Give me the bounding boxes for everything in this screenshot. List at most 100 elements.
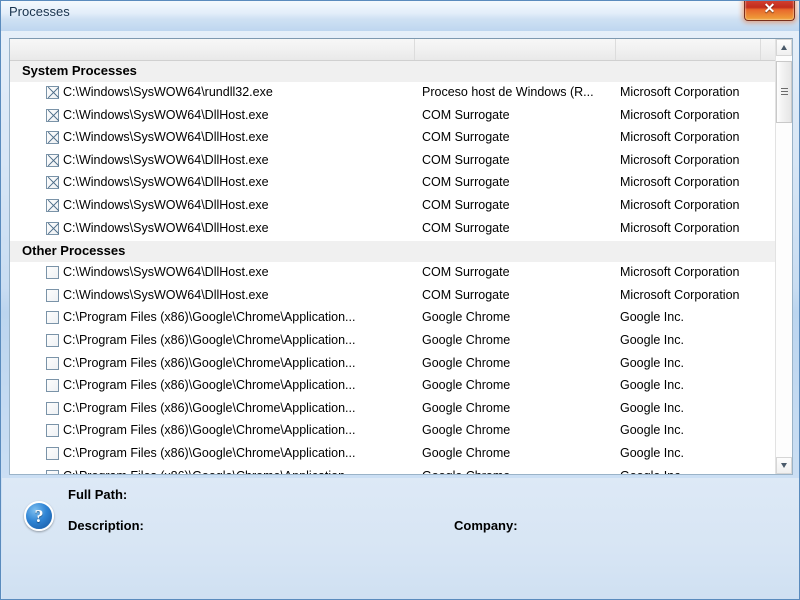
row-path: C:\Windows\SysWOW64\DllHost.exe (63, 220, 269, 235)
table-row[interactable]: C:\Program Files (x86)\Google\Chrome\App… (10, 330, 776, 354)
row-path: C:\Program Files (x86)\Google\Chrome\App… (63, 469, 411, 475)
row-company: Microsoft Corporation (620, 130, 740, 145)
row-path: C:\Program Files (x86)\Google\Chrome\App… (63, 332, 356, 347)
processes-window: Processes ✕ System Processes C:\Windows\S… (0, 0, 800, 600)
row-path: C:\Program Files (x86)\Google\Chrome\App… (63, 310, 356, 325)
scroll-up-icon[interactable] (776, 39, 792, 56)
table-row[interactable]: C:\Windows\SysWOW64\DllHost.exe COM Surro… (10, 150, 776, 174)
group-header-label: System Processes (22, 63, 137, 78)
table-row[interactable]: C:\Windows\SysWOW64\DllHost.exe COM Surro… (10, 105, 776, 129)
table-row[interactable]: C:\Program Files (x86)\Google\Chrome\App… (10, 466, 776, 475)
row-description: COM Surrogate (422, 287, 510, 302)
row-description: Google Chrome (422, 332, 511, 347)
checkbox-icon[interactable] (46, 311, 59, 325)
table-row[interactable]: C:\Program Files (x86)\Google\Chrome\App… (10, 376, 776, 399)
row-company: Microsoft Corporation (620, 287, 740, 302)
group-header-label: Other Processes (22, 243, 126, 259)
table-row[interactable]: C:\Windows\SysWOW64\DllHost.exe COM Surro… (10, 173, 776, 196)
checkbox-icon[interactable] (46, 288, 59, 302)
full-path-label: Full Path: (68, 487, 128, 502)
checkbox-checked-icon[interactable] (46, 131, 59, 145)
row-description: Google Chrome (422, 445, 511, 460)
row-company: Google Inc. (620, 310, 684, 325)
row-description: COM Surrogate (422, 152, 510, 167)
row-description: COM Surrogate (422, 130, 510, 145)
window-title: Processes (9, 4, 70, 19)
process-rows: System Processes C:\Windows\SysWOW64\rund… (10, 61, 776, 475)
row-company: Microsoft Corporation (620, 85, 740, 99)
checkbox-icon[interactable] (46, 356, 59, 370)
table-row[interactable]: C:\Windows\SysWOW64\DllHost.exe COM Surro… (10, 263, 776, 286)
checkbox-checked-icon[interactable] (46, 108, 59, 122)
checkbox-checked-icon[interactable] (46, 86, 59, 99)
process-list: System Processes C:\Windows\SysWOW64\rund… (9, 38, 793, 475)
checkbox-checked-icon[interactable] (46, 198, 59, 212)
column-header-path[interactable] (10, 39, 415, 60)
company-label: Company: (454, 518, 518, 533)
row-path: C:\Program Files (x86)\Google\Chrome\App… (63, 423, 356, 438)
table-row[interactable]: C:\Program Files (x86)\Google\Chrome\App… (10, 353, 776, 377)
checkbox-icon[interactable] (46, 266, 59, 280)
row-path: C:\Program Files (x86)\Google\Chrome\App… (63, 445, 356, 460)
row-company: Microsoft Corporation (620, 107, 740, 122)
row-company: Google Inc. (620, 378, 684, 393)
row-company: Microsoft Corporation (620, 220, 740, 235)
row-description: Google Chrome (422, 310, 511, 325)
description-label: Description: (68, 518, 144, 533)
row-company: Google Inc. (620, 355, 684, 370)
help-icon[interactable]: ? (24, 501, 54, 531)
row-description: Google Chrome (422, 355, 511, 370)
group-header: Other Processes (10, 241, 776, 264)
row-company: Microsoft Corporation (620, 175, 740, 190)
row-company: Google Inc. (620, 423, 684, 438)
table-row[interactable]: C:\Program Files (x86)\Google\Chrome\App… (10, 443, 776, 467)
row-description: Proceso host de Windows (R... (422, 85, 594, 99)
row-path: C:\Windows\SysWOW64\DllHost.exe (63, 152, 269, 167)
checkbox-icon[interactable] (46, 379, 59, 393)
row-path: C:\Windows\SysWOW64\rundll32.exe (63, 85, 273, 99)
row-company: Microsoft Corporation (620, 265, 740, 280)
checkbox-icon[interactable] (46, 333, 59, 347)
row-path: C:\Windows\SysWOW64\DllHost.exe (63, 287, 269, 302)
row-path: C:\Windows\SysWOW64\DllHost.exe (63, 107, 269, 122)
table-row[interactable]: C:\Program Files (x86)\Google\Chrome\App… (10, 398, 776, 422)
row-company: Google Inc. (620, 400, 684, 415)
row-description: COM Surrogate (422, 107, 510, 122)
table-row[interactable]: C:\Windows\SysWOW64\DllHost.exe COM Surro… (10, 285, 776, 309)
column-header-company[interactable] (616, 39, 761, 60)
list-vertical-scrollbar[interactable] (775, 39, 792, 474)
row-company: Google Inc. (620, 445, 684, 460)
checkbox-icon[interactable] (46, 424, 59, 438)
row-path: C:\Program Files (x86)\Google\Chrome\App… (63, 355, 356, 370)
row-description: Google Chrome (422, 400, 511, 415)
checkbox-checked-icon[interactable] (46, 221, 59, 235)
scrollbar-grip-icon (781, 88, 788, 95)
scrollbar-thumb[interactable] (776, 61, 792, 123)
row-description: COM Surrogate (422, 197, 510, 212)
row-path: C:\Windows\SysWOW64\DllHost.exe (63, 197, 269, 212)
checkbox-icon[interactable] (46, 446, 59, 460)
row-path: C:\Program Files (x86)\Google\Chrome\App… (63, 400, 356, 415)
checkbox-icon[interactable] (46, 469, 59, 474)
details-panel: ? Full Path: Description: Company: End P… (2, 478, 799, 599)
row-company: Microsoft Corporation (620, 152, 740, 167)
checkbox-icon[interactable] (46, 401, 59, 415)
checkbox-checked-icon[interactable] (46, 176, 59, 190)
row-description: Google Chrome (422, 423, 511, 438)
row-path: C:\Windows\SysWOW64\DllHost.exe (63, 175, 269, 190)
row-description: Google Chrome (422, 469, 614, 475)
table-row[interactable]: C:\Program Files (x86)\Google\Chrome\App… (10, 421, 776, 444)
table-row[interactable]: C:\Program Files (x86)\Google\Chrome\App… (10, 308, 776, 331)
row-description: COM Surrogate (422, 175, 510, 190)
scroll-down-icon[interactable] (776, 457, 792, 474)
close-button[interactable]: ✕ (744, 1, 795, 21)
column-header-description[interactable] (415, 39, 616, 60)
checkbox-checked-icon[interactable] (46, 153, 59, 167)
row-description: COM Surrogate (422, 220, 510, 235)
table-row[interactable]: C:\Windows\SysWOW64\DllHost.exe COM Surro… (10, 128, 776, 151)
table-row[interactable]: C:\Windows\SysWOW64\DllHost.exe COM Surro… (10, 218, 776, 242)
table-row[interactable]: C:\Windows\SysWOW64\DllHost.exe COM Surro… (10, 195, 776, 219)
row-description: Google Chrome (422, 378, 511, 393)
row-description: COM Surrogate (422, 265, 510, 280)
table-row[interactable]: C:\Windows\SysWOW64\rundll32.exe Proceso … (10, 83, 776, 106)
